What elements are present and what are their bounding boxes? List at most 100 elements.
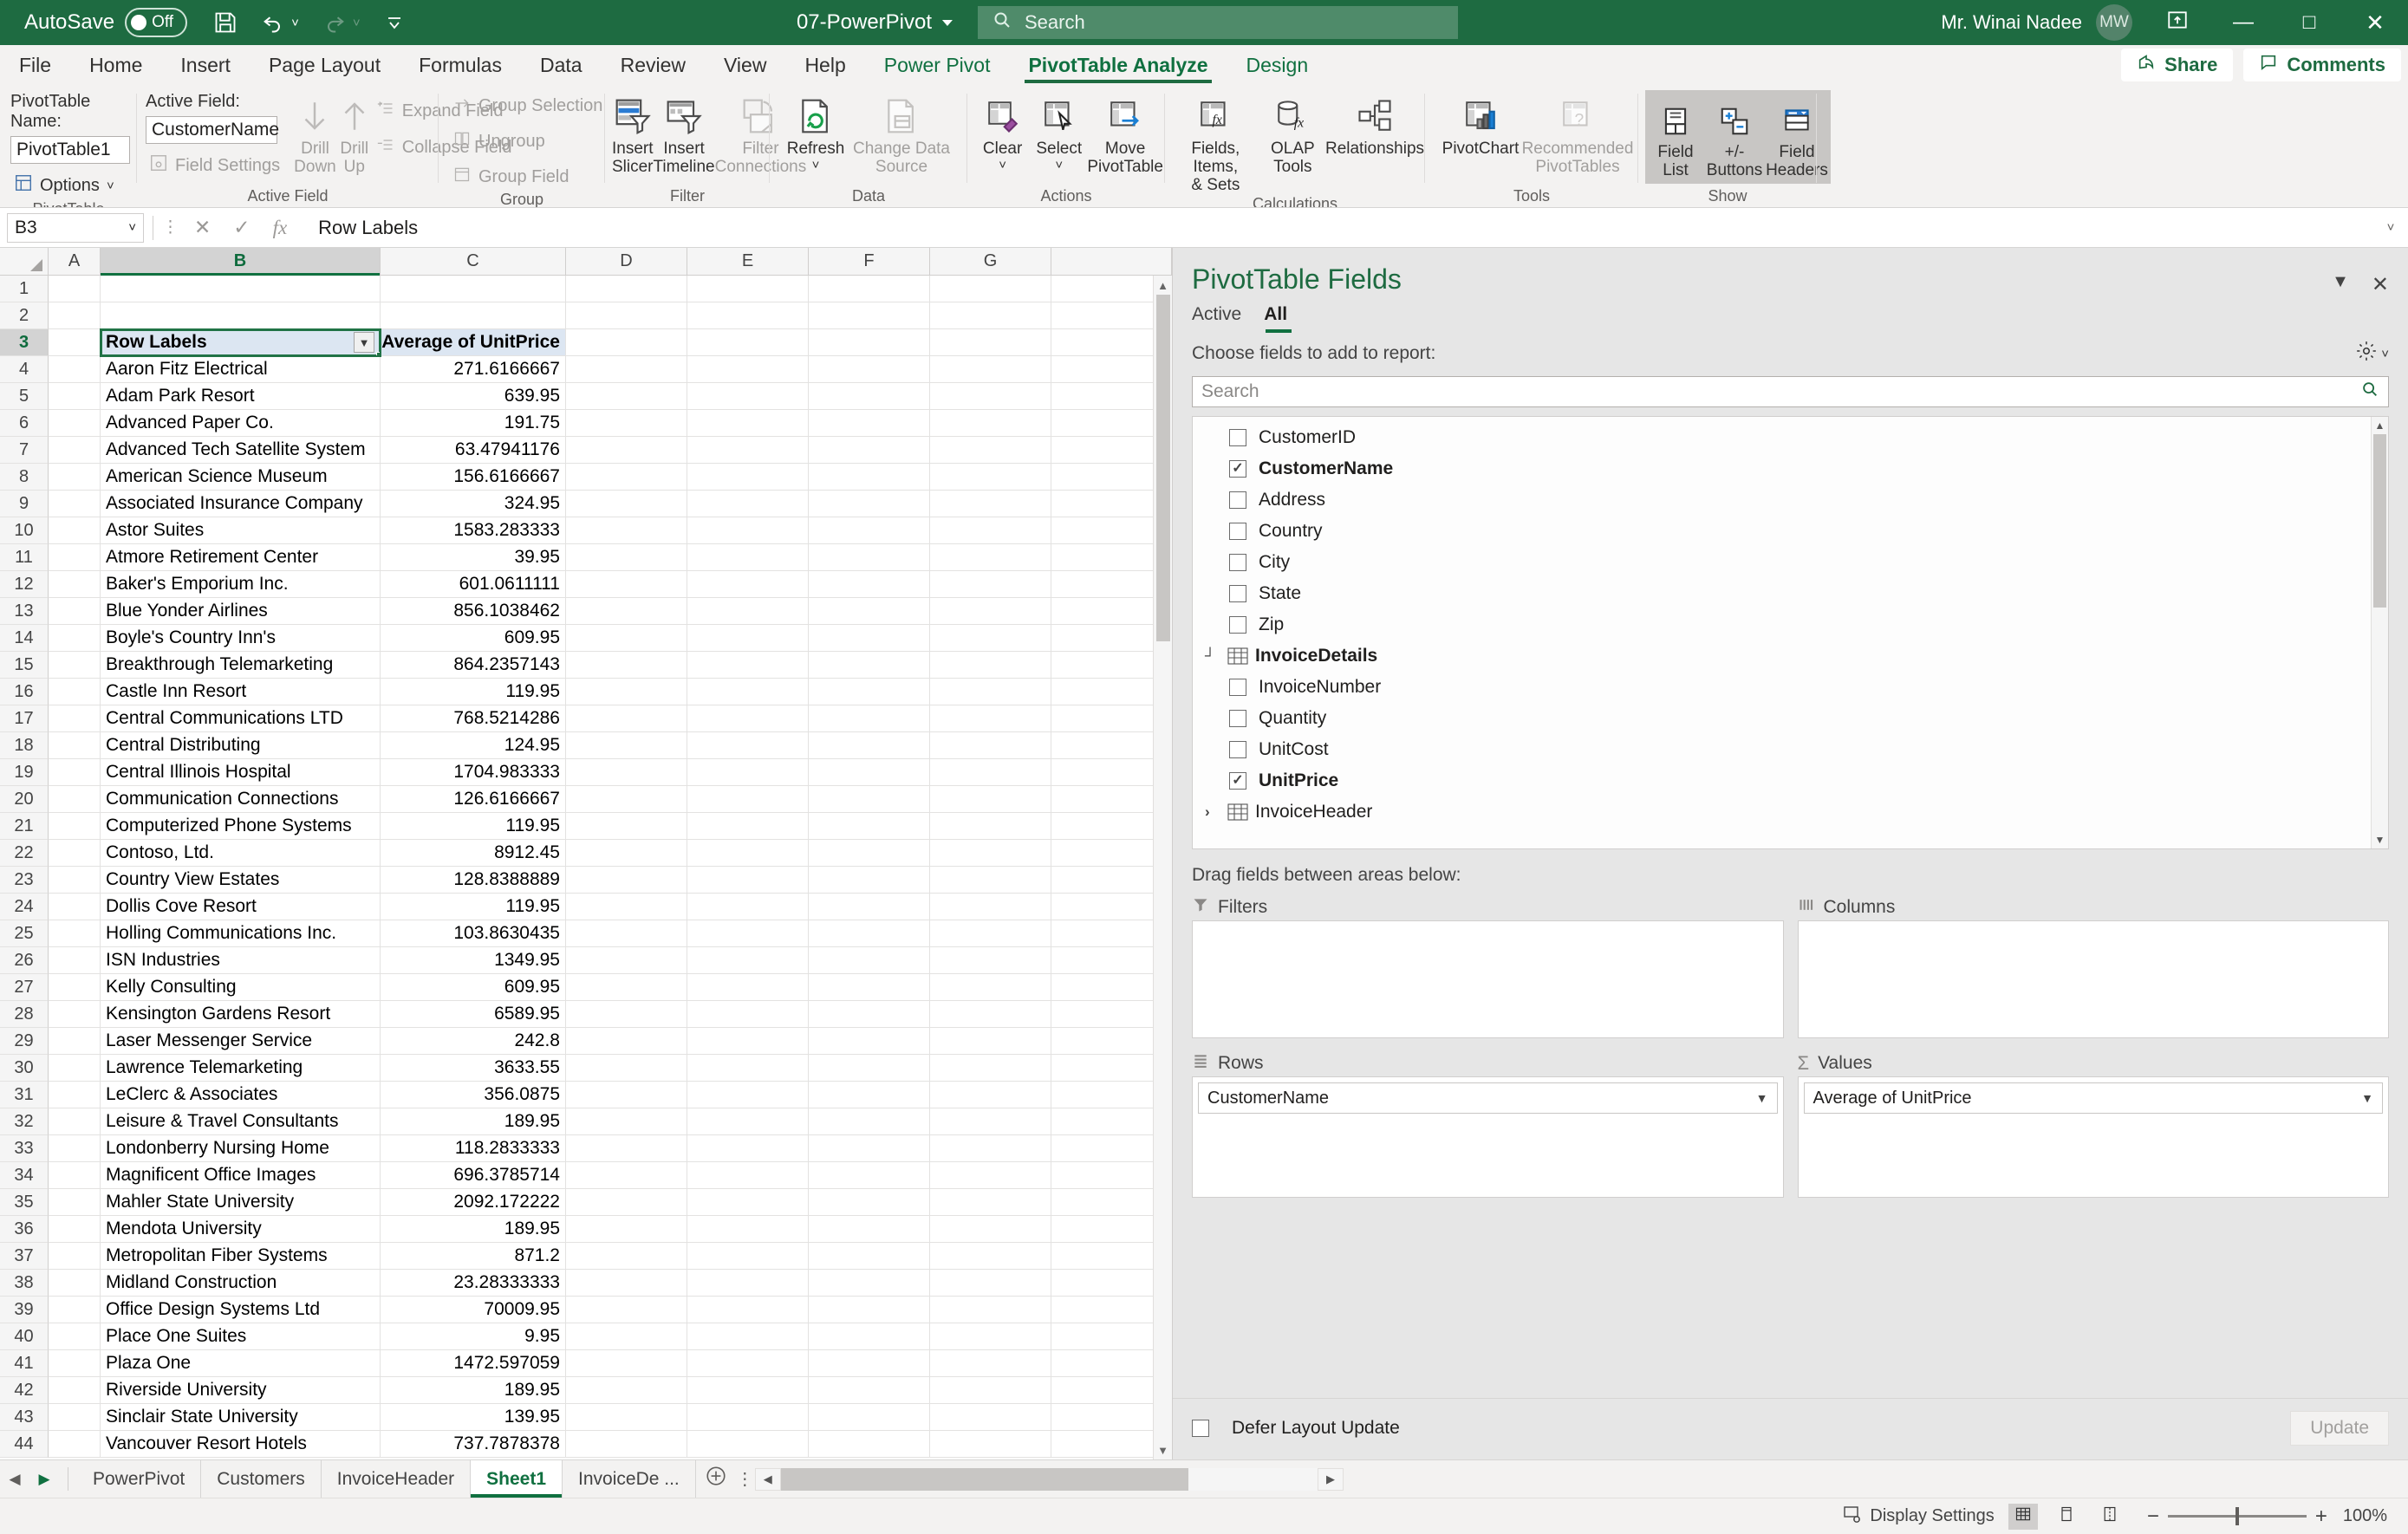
cell-b38[interactable]: Midland Construction	[101, 1270, 381, 1297]
cell-d12[interactable]	[566, 571, 687, 598]
document-title[interactable]: 07-PowerPivot	[797, 10, 953, 35]
cell-d33[interactable]	[566, 1135, 687, 1162]
cell-a40[interactable]	[49, 1323, 101, 1350]
scroll-down-icon[interactable]: ▼	[2372, 831, 2388, 848]
cell-b31[interactable]: LeClerc & Associates	[101, 1082, 381, 1108]
chevron-down-icon[interactable]	[942, 19, 953, 26]
cell-f35[interactable]	[809, 1189, 930, 1216]
cell-a1[interactable]	[49, 276, 101, 302]
chevron-down-icon[interactable]: ˅	[812, 159, 820, 172]
cell-c22[interactable]: 8912.45	[381, 840, 566, 867]
cell-e13[interactable]	[687, 598, 809, 625]
cell-g36[interactable]	[930, 1216, 1051, 1243]
cell-c36[interactable]: 189.95	[381, 1216, 566, 1243]
minimize-button[interactable]: —	[2210, 0, 2276, 45]
cell-c31[interactable]: 356.0875	[381, 1082, 566, 1108]
cell-d20[interactable]	[566, 786, 687, 813]
cell-c7[interactable]: 63.47941176	[381, 437, 566, 464]
cell-f13[interactable]	[809, 598, 930, 625]
formula-input[interactable]: Row Labels	[301, 217, 2373, 239]
cell-e28[interactable]	[687, 1001, 809, 1028]
cell-c8[interactable]: 156.6166667	[381, 464, 566, 491]
fill-handle[interactable]	[376, 352, 380, 355]
field-item-address[interactable]: Address	[1193, 484, 2388, 516]
field-checkbox-address[interactable]	[1229, 491, 1246, 509]
cell-f38[interactable]	[809, 1270, 930, 1297]
ungroup-button[interactable]: Ungroup	[449, 127, 549, 155]
cell-e32[interactable]	[687, 1108, 809, 1135]
field-item-quantity[interactable]: Quantity	[1193, 703, 2388, 734]
area-dropzone-filters[interactable]	[1192, 920, 1784, 1038]
column-header-e[interactable]: E	[687, 248, 809, 276]
maximize-button[interactable]: □	[2276, 0, 2342, 45]
zoom-level-label[interactable]: 100%	[2343, 1506, 2387, 1526]
cell-c6[interactable]: 191.75	[381, 410, 566, 437]
row-header-26[interactable]: 26	[0, 947, 49, 974]
cell-f9[interactable]	[809, 491, 930, 517]
enter-icon[interactable]: ✓	[233, 216, 250, 239]
cell-b33[interactable]: Londonberry Nursing Home	[101, 1135, 381, 1162]
row-header-6[interactable]: 6	[0, 410, 49, 437]
scroll-up-icon[interactable]: ▲	[2372, 417, 2388, 434]
field-checkbox-customername[interactable]: ✓	[1229, 460, 1246, 478]
cell-a39[interactable]	[49, 1297, 101, 1323]
cell-g2[interactable]	[930, 302, 1051, 329]
cell-c20[interactable]: 126.6166667	[381, 786, 566, 813]
field-item-invoicenumber[interactable]: InvoiceNumber	[1193, 672, 2388, 703]
cell-g3[interactable]	[930, 329, 1051, 356]
comments-button[interactable]: Comments	[2243, 49, 2401, 81]
cell-d24[interactable]	[566, 894, 687, 920]
cell-c19[interactable]: 1704.983333	[381, 759, 566, 786]
cell-a30[interactable]	[49, 1055, 101, 1082]
row-header-14[interactable]: 14	[0, 625, 49, 652]
area-dropzone-values[interactable]: Average of UnitPrice ▼	[1797, 1076, 2389, 1198]
insert-function-icon[interactable]: fx	[273, 217, 288, 239]
cell-f4[interactable]	[809, 356, 930, 383]
cell-b7[interactable]: Advanced Tech Satellite System	[101, 437, 381, 464]
field-list[interactable]: CustomerID ✓ CustomerName Address Country Cit…	[1192, 416, 2389, 849]
cell-c28[interactable]: 6589.95	[381, 1001, 566, 1028]
cell-e14[interactable]	[687, 625, 809, 652]
cell-g35[interactable]	[930, 1189, 1051, 1216]
cell-f18[interactable]	[809, 732, 930, 759]
field-checkbox-state[interactable]	[1229, 585, 1246, 602]
drill-down-button[interactable]: Drill Down	[294, 90, 336, 177]
cell-g33[interactable]	[930, 1135, 1051, 1162]
avatar[interactable]: MW	[2096, 4, 2132, 41]
update-button[interactable]: Update	[2290, 1411, 2389, 1446]
undo-dropdown-icon[interactable]: ˅	[291, 16, 299, 29]
field-checkbox-quantity[interactable]	[1229, 710, 1246, 727]
cell-f32[interactable]	[809, 1108, 930, 1135]
column-header-h-partial[interactable]	[1051, 248, 1172, 276]
vertical-scrollbar[interactable]: ▲ ▼	[1153, 276, 1172, 1459]
select-all-corner[interactable]	[0, 248, 49, 276]
change-data-source-button[interactable]: Change Data Source	[853, 90, 950, 177]
tab-power-pivot[interactable]: Power Pivot	[865, 45, 1010, 85]
cell-g24[interactable]	[930, 894, 1051, 920]
chevron-down-icon[interactable]: ˅	[2381, 348, 2389, 361]
row-header-25[interactable]: 25	[0, 920, 49, 947]
cell-d34[interactable]	[566, 1162, 687, 1189]
cell-a29[interactable]	[49, 1028, 101, 1055]
cell-d13[interactable]	[566, 598, 687, 625]
row-header-7[interactable]: 7	[0, 437, 49, 464]
cell-e7[interactable]	[687, 437, 809, 464]
field-item-unitprice[interactable]: ✓ UnitPrice	[1193, 765, 2388, 796]
cell-c44[interactable]: 737.7878378	[381, 1431, 566, 1458]
cell-c2[interactable]	[381, 302, 566, 329]
field-list-tools-button[interactable]: ˅	[2355, 340, 2389, 367]
cell-b17[interactable]: Central Communications LTD	[101, 705, 381, 732]
cell-e6[interactable]	[687, 410, 809, 437]
cell-c15[interactable]: 864.2357143	[381, 652, 566, 679]
cell-a11[interactable]	[49, 544, 101, 571]
cell-a27[interactable]	[49, 974, 101, 1001]
cell-f34[interactable]	[809, 1162, 930, 1189]
cell-b13[interactable]: Blue Yonder Airlines	[101, 598, 381, 625]
column-header-b[interactable]: B	[101, 248, 381, 276]
cell-f31[interactable]	[809, 1082, 930, 1108]
name-box[interactable]: B3 ˅	[7, 212, 144, 243]
cell-a8[interactable]	[49, 464, 101, 491]
row-header-21[interactable]: 21	[0, 813, 49, 840]
expand-table-icon[interactable]: ›	[1205, 803, 1220, 821]
cell-c3[interactable]: Average of UnitPrice	[381, 329, 566, 356]
